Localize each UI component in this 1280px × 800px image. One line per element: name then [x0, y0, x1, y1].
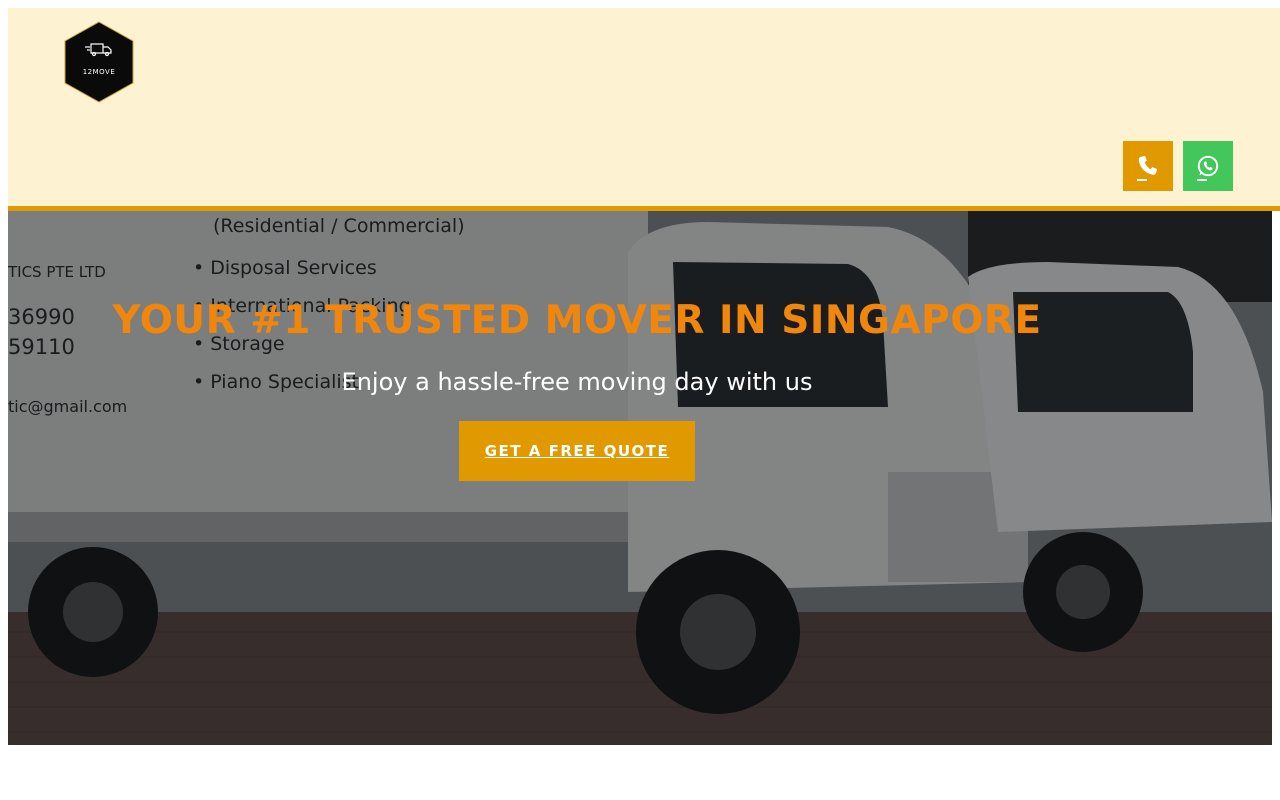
site-header: 12MOVE	[8, 8, 1280, 211]
logo-hexagon	[64, 21, 134, 103]
page: (Residential / Commercial) TICS PTE LTD …	[0, 0, 1280, 800]
whatsapp-icon	[1197, 155, 1219, 177]
hero-content: YOUR #1 TRUSTED MOVER IN SINGAPORE Enjoy…	[8, 192, 1272, 745]
phone-button[interactable]	[1123, 141, 1173, 191]
get-free-quote-button[interactable]: GET A FREE QUOTE	[459, 421, 695, 481]
logo-text: 12MOVE	[82, 68, 116, 76]
whatsapp-underline	[1197, 179, 1207, 181]
logo[interactable]: 12MOVE	[63, 21, 135, 103]
hero-title: YOUR #1 TRUSTED MOVER IN SINGAPORE	[112, 298, 1042, 343]
hero-subtitle: Enjoy a hassle-free moving day with us	[341, 368, 813, 396]
hero-section: (Residential / Commercial) TICS PTE LTD …	[8, 192, 1272, 745]
phone-underline	[1137, 179, 1147, 181]
whatsapp-button[interactable]	[1183, 141, 1233, 191]
phone-icon	[1138, 155, 1158, 175]
